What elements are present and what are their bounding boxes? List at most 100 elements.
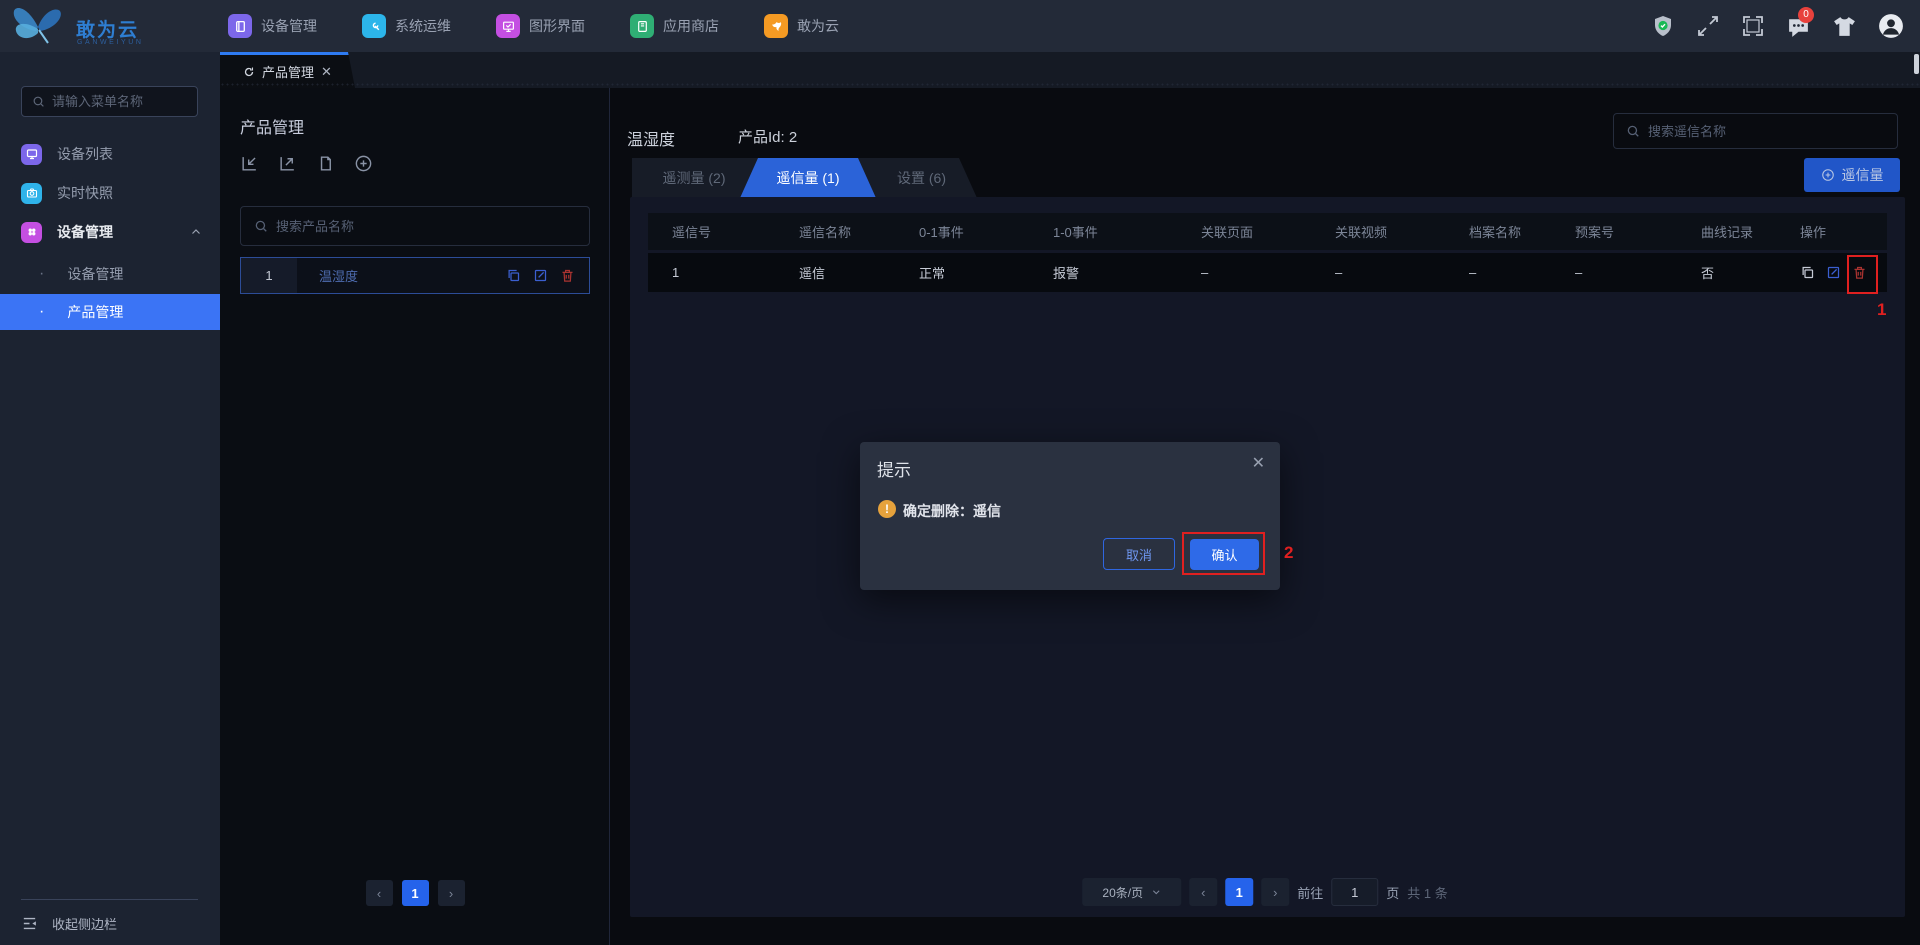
current-page-button[interactable]: 1 [1225,878,1254,906]
cell-event-10: 报警 [1053,266,1080,281]
sidebar-item-label: 实时快照 [57,185,113,201]
app-logo: 敢为云 GANWEIYUN [10,3,220,51]
graphics-icon [496,14,520,38]
nav-label: 设备管理 [261,18,317,34]
page-size-value: 20条/页 [1102,885,1144,900]
nav-item-graphics[interactable]: 图形界面 [496,0,585,52]
sidebar-subitem-device-mgmt[interactable]: · 设备管理 [0,257,220,291]
signal-search-input[interactable] [1648,123,1868,139]
product-name-link[interactable]: 温湿度 [319,266,358,285]
cell-archive-name: – [1469,265,1477,280]
menu-search-input[interactable] [52,94,182,109]
collapse-sidebar-button[interactable]: 收起侧边栏 [0,908,220,938]
col-header: 档案名称 [1469,225,1522,240]
export-icon[interactable] [278,154,297,173]
nav-item-system-ops[interactable]: 系统运维 [362,0,451,52]
monitor-icon [21,143,42,165]
copy-product-icon[interactable] [506,268,521,283]
sidebar-item-device-mgmt-group[interactable]: 设备管理 [0,212,220,252]
cell-curve-record: 否 [1701,266,1715,281]
dialog-close-icon[interactable]: ✕ [1252,453,1265,473]
add-product-icon[interactable] [354,154,373,173]
nav-item-device-mgmt[interactable]: 设备管理 [228,0,317,52]
sidebar-subitem-label: 产品管理 [67,304,124,320]
tab-signal[interactable]: 遥信量 (1) [740,158,876,198]
messages-icon[interactable]: 0 [1786,6,1814,39]
system-ops-icon [362,14,386,38]
bullet: · [39,303,45,320]
selected-product-name: 温湿度 [627,132,676,149]
copy-document-icon[interactable] [316,154,335,173]
goto-page-input[interactable] [1331,878,1379,906]
dialog-message: 确定删除：遥信 [903,503,1001,519]
col-header: 曲线记录 [1701,225,1754,240]
col-header: 遥信名称 [799,225,852,240]
divider [21,899,198,900]
sidebar-item-device-list[interactable]: 设备列表 [0,134,220,174]
edit-row-icon[interactable] [1826,265,1841,280]
col-header: 0-1事件 [919,225,964,240]
frame-capture-icon[interactable] [1741,14,1765,38]
chevron-up-icon [190,226,202,238]
notification-badge: 0 [1798,6,1814,23]
scrollbar-thumb[interactable] [1914,54,1919,74]
product-search-box[interactable] [240,206,590,246]
product-list-item[interactable]: 1 温湿度 [240,257,590,294]
menu-search-box[interactable] [21,86,198,117]
nav-item-app-store[interactable]: 应用商店 [630,0,719,52]
confirm-delete-dialog: 提示 ✕ ! 确定删除：遥信 取消 确认 [860,442,1280,590]
nav-item-ganweiyun[interactable]: 敢为云 [764,0,839,52]
page-tabbar: 产品管理 ✕ [220,52,1920,88]
cancel-button[interactable]: 取消 [1103,538,1175,570]
copy-row-icon[interactable] [1800,265,1815,280]
add-signal-button[interactable]: 遥信量 [1804,158,1900,192]
confirm-button[interactable]: 确认 [1190,539,1259,570]
tab-label: 产品管理 [262,65,315,80]
menu-fold-icon [23,917,36,929]
logo-subtitle: GANWEIYUN [77,39,144,46]
delete-product-icon[interactable] [560,268,575,283]
device-mgmt-icon [228,14,252,38]
row-actions [1800,265,1887,280]
edit-product-icon[interactable] [533,268,548,283]
goto-label: 前往 [1297,885,1324,901]
avatar[interactable] [1878,13,1904,39]
sidebar-subitem-product-mgmt[interactable]: · 产品管理 [0,294,220,330]
cell-linked-video: – [1335,265,1343,280]
sidebar: 设备列表 实时快照 设备管理 · 设备管理 · 产品管理 收起侧边栏 [0,52,220,945]
prev-page-button[interactable]: ‹ [365,880,393,906]
cell-signal-no: 1 [672,265,680,280]
total-count-label: 共 1 条 [1407,885,1448,901]
tab-close-icon[interactable]: ✕ [321,64,332,80]
plus-circle-icon [1821,169,1834,181]
signal-search-box[interactable] [1613,113,1898,149]
theme-shirt-icon[interactable] [1832,14,1857,39]
data-type-tabs: 遥测量 (2) 设置 (6) 遥信量 (1) [632,158,977,198]
top-navbar: 敢为云 GANWEIYUN 设备管理 系统运维 图形界面 应用商店 敢为云 0 [0,0,1920,52]
tab-settings[interactable]: 设置 (6) [868,158,975,198]
import-icon[interactable] [240,154,259,173]
camera-icon [21,182,42,204]
sidebar-item-label: 设备管理 [57,224,113,240]
current-page-button[interactable]: 1 [401,880,429,906]
bullet: · [39,265,45,282]
sidebar-item-snapshot[interactable]: 实时快照 [0,173,220,213]
prev-page-button[interactable]: ‹ [1189,878,1218,906]
page-size-select[interactable]: 20条/页 [1082,878,1182,906]
add-signal-label: 遥信量 [1841,167,1884,183]
col-header: 关联页面 [1201,225,1254,240]
refresh-icon[interactable] [243,66,255,78]
warning-icon: ! [878,500,896,518]
collapse-label: 收起侧边栏 [52,916,118,932]
product-search-input[interactable] [276,218,556,234]
next-page-button[interactable]: › [437,880,465,906]
search-icon [255,220,267,232]
delete-row-icon[interactable] [1852,265,1867,280]
top-menu: 设备管理 系统运维 图形界面 应用商店 敢为云 [228,0,839,52]
fullscreen-icon[interactable] [1696,14,1720,38]
tab-telemetry[interactable]: 遥测量 (2) [632,158,756,198]
next-page-button[interactable]: › [1261,878,1290,906]
page-unit-label: 页 [1386,885,1400,901]
security-shield-icon[interactable] [1651,14,1675,38]
tab-product-management[interactable]: 产品管理 ✕ [220,52,355,88]
